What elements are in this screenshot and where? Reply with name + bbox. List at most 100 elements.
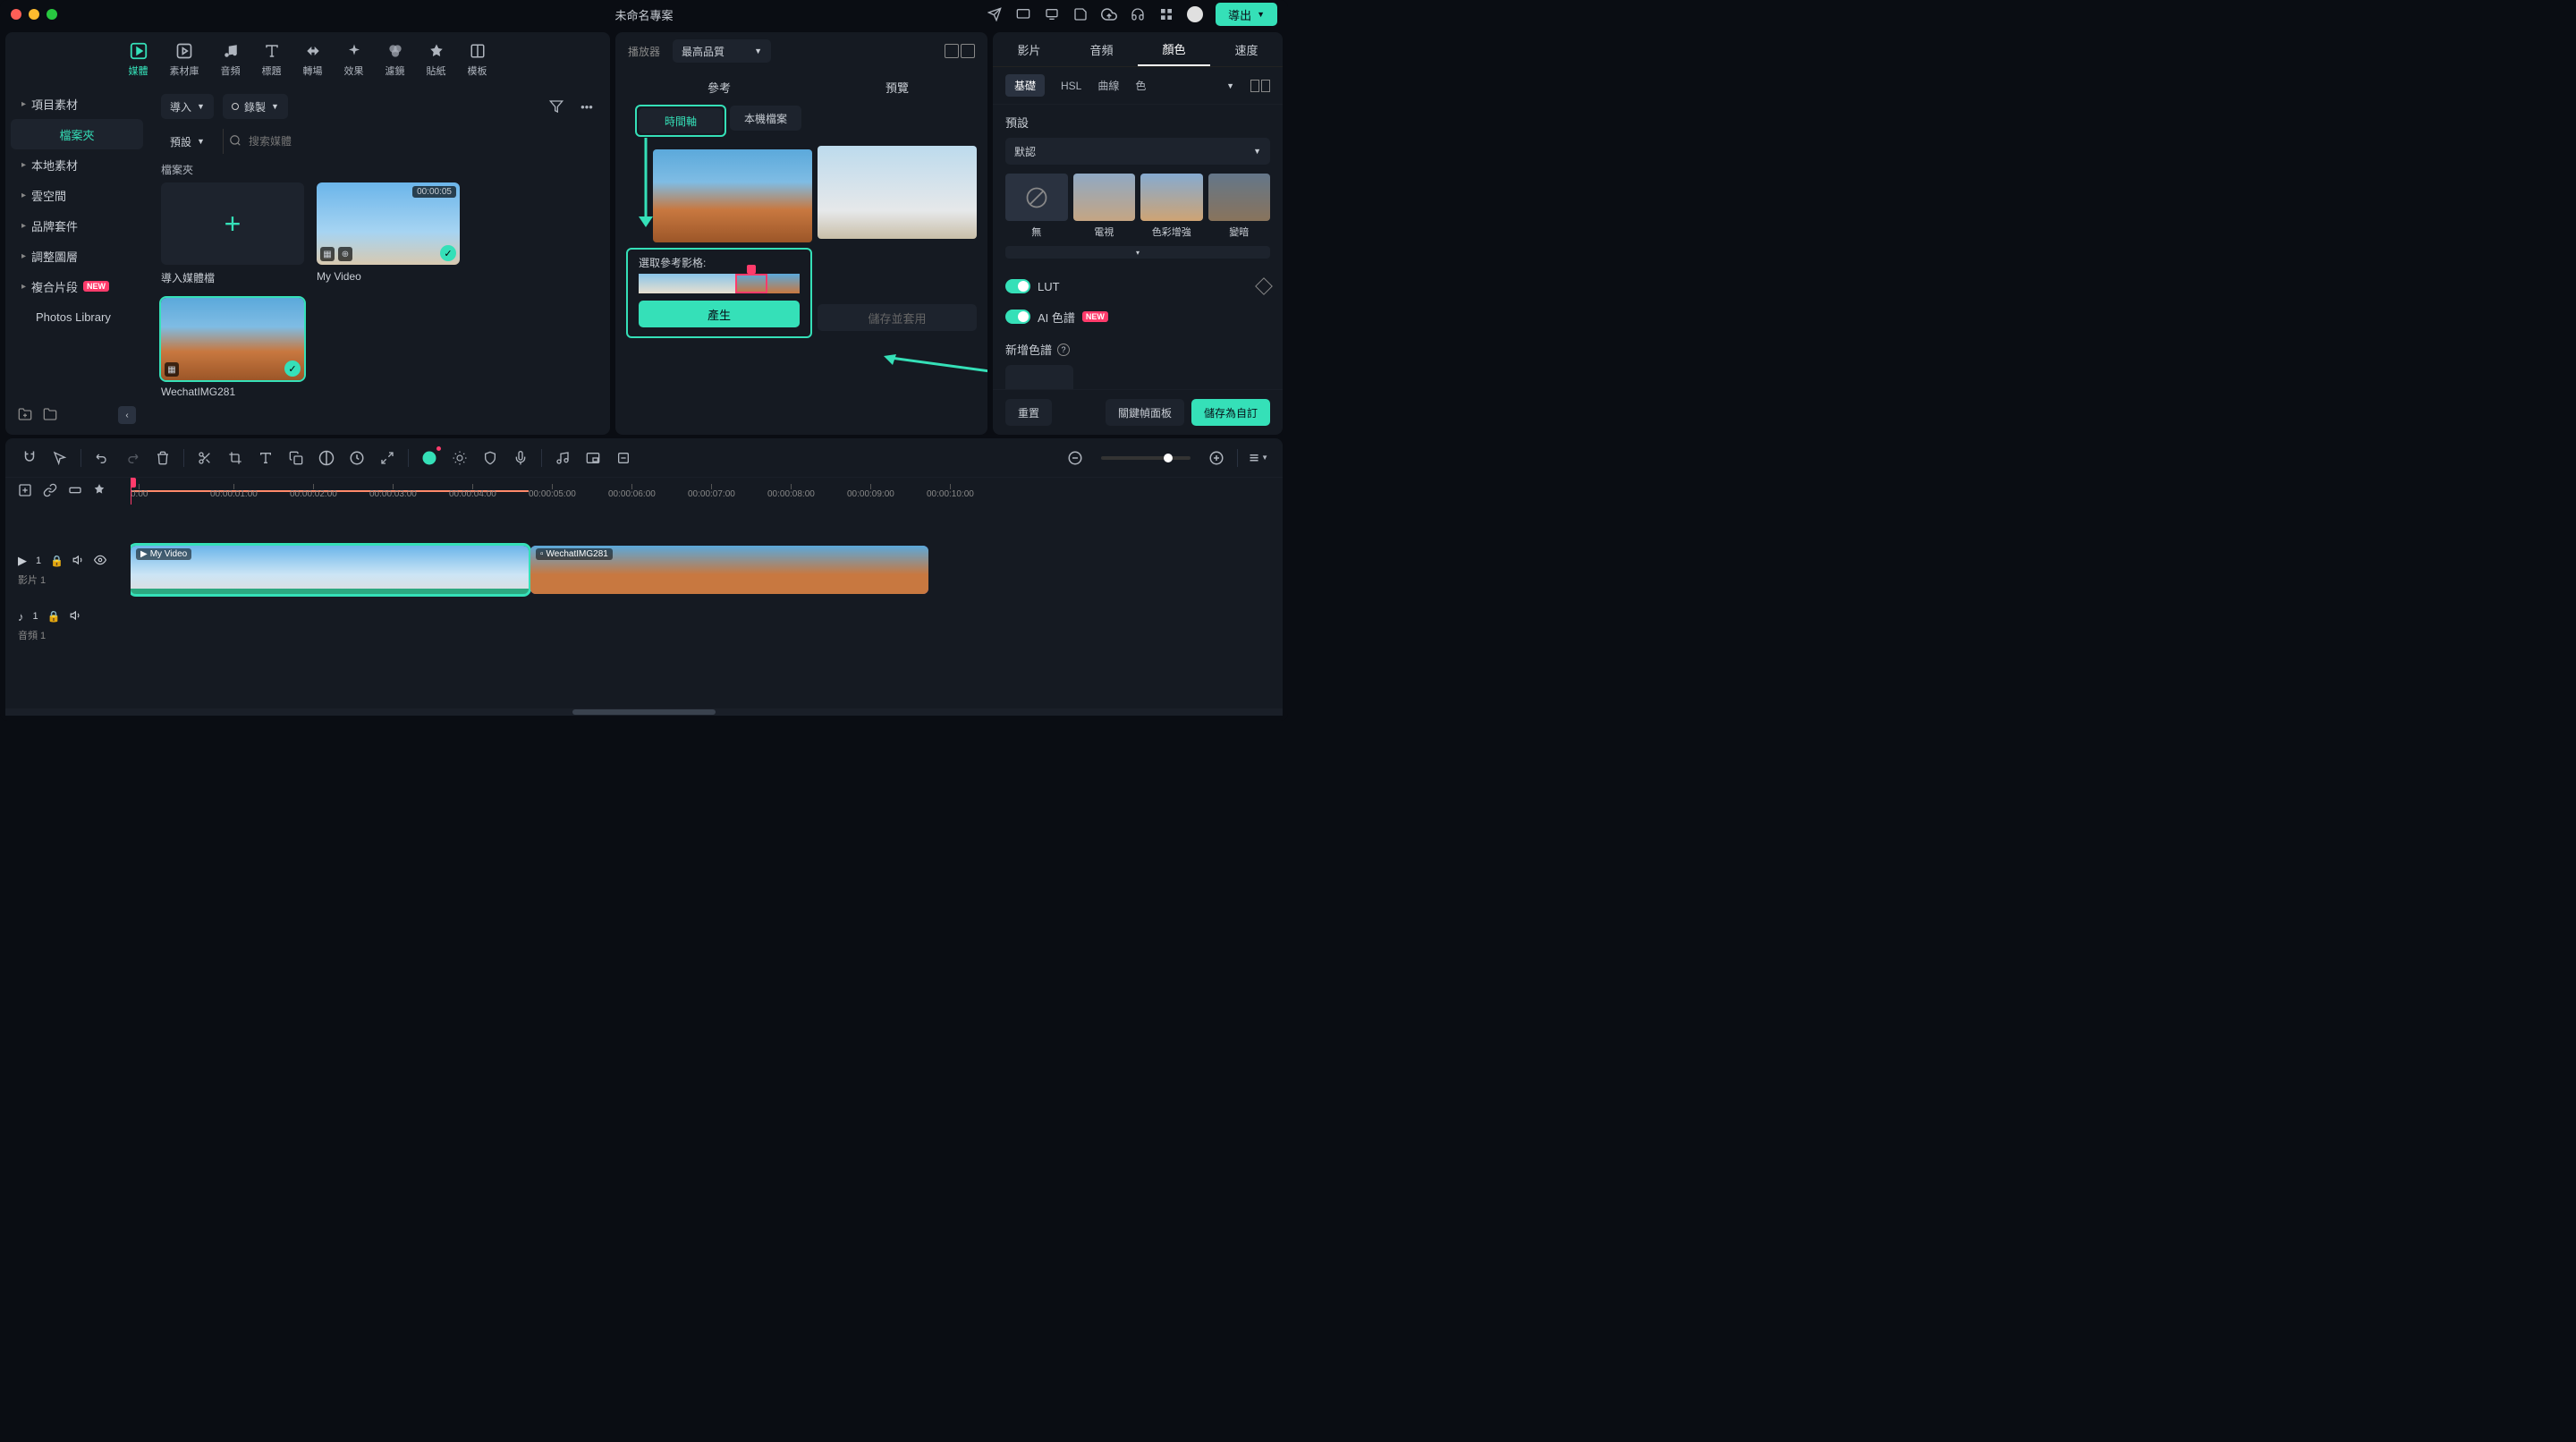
frame-strip[interactable] bbox=[630, 274, 809, 301]
timeline-scrollbar[interactable] bbox=[5, 708, 1283, 716]
tab-media[interactable]: 媒體 bbox=[129, 41, 148, 78]
search-input[interactable] bbox=[249, 135, 597, 148]
import-tile[interactable]: + bbox=[161, 182, 304, 265]
chevron-down-icon[interactable]: ▼ bbox=[1226, 81, 1234, 90]
save-custom-button[interactable]: 儲存為自訂 bbox=[1191, 399, 1270, 426]
pip-icon[interactable] bbox=[583, 448, 603, 468]
eye-icon[interactable] bbox=[94, 554, 106, 569]
sidebar-item-brand[interactable]: ▸品牌套件 bbox=[11, 210, 143, 241]
add-track-icon[interactable] bbox=[18, 483, 34, 499]
device-icon[interactable] bbox=[1015, 6, 1031, 22]
sidebar-item-local[interactable]: ▸本地素材 bbox=[11, 149, 143, 180]
volume-icon[interactable] bbox=[72, 554, 85, 569]
enhance-icon[interactable] bbox=[450, 448, 470, 468]
keyframe-icon[interactable] bbox=[1255, 278, 1273, 296]
zoom-slider[interactable] bbox=[1101, 456, 1191, 460]
fullscreen-button[interactable] bbox=[47, 9, 57, 20]
avatar[interactable] bbox=[1187, 6, 1203, 22]
close-button[interactable] bbox=[11, 9, 21, 20]
tab-titles[interactable]: 標題 bbox=[262, 41, 282, 78]
filter-icon[interactable] bbox=[546, 96, 567, 117]
marker-add-icon[interactable] bbox=[93, 483, 109, 499]
sub-tab-curves[interactable]: 曲線 bbox=[1097, 78, 1119, 93]
ref-tab-timeline[interactable]: 時間軸 bbox=[639, 108, 723, 133]
help-icon[interactable]: ? bbox=[1057, 344, 1070, 356]
tab-filters[interactable]: 濾鏡 bbox=[386, 41, 405, 78]
media-clip-wechat[interactable]: ▦ ✓ bbox=[161, 298, 304, 380]
prop-tab-speed[interactable]: 速度 bbox=[1210, 32, 1283, 66]
delete-icon[interactable] bbox=[153, 448, 173, 468]
preset-tv[interactable]: 電視 bbox=[1073, 174, 1136, 239]
view-toggle[interactable] bbox=[945, 44, 975, 58]
sub-tab-basic[interactable]: 基礎 bbox=[1005, 74, 1045, 97]
sidebar-item-compound[interactable]: ▸複合片段NEW bbox=[11, 271, 143, 301]
media-clip-myvideo[interactable]: 00:00:05 ▦⊕ ✓ bbox=[317, 182, 460, 265]
marker-icon[interactable] bbox=[614, 448, 633, 468]
save-apply-button[interactable]: 儲存並套用 bbox=[818, 304, 977, 331]
sidebar-item-adjust[interactable]: ▸調整圖層 bbox=[11, 241, 143, 271]
sidebar-collapse-button[interactable]: ‹ bbox=[118, 406, 136, 424]
sidebar-item-project[interactable]: ▸項目素材 bbox=[11, 89, 143, 119]
expand-icon[interactable] bbox=[377, 448, 397, 468]
track-head-video[interactable]: ▶1 🔒 影片 1 bbox=[18, 544, 131, 596]
tab-stickers[interactable]: 貼紙 bbox=[427, 41, 446, 78]
timeline-view-icon[interactable]: ▼ bbox=[1249, 448, 1268, 468]
tab-templates[interactable]: 模板 bbox=[468, 41, 487, 78]
clip-myvideo[interactable]: ▶My Video bbox=[131, 546, 529, 594]
cut-icon[interactable] bbox=[195, 448, 215, 468]
import-button[interactable]: 導入▼ bbox=[161, 94, 214, 119]
link-icon[interactable] bbox=[43, 483, 59, 499]
folder-icon[interactable] bbox=[43, 407, 59, 423]
shield-icon[interactable] bbox=[480, 448, 500, 468]
minimize-button[interactable] bbox=[29, 9, 39, 20]
group-icon[interactable] bbox=[68, 483, 84, 499]
tab-transitions[interactable]: 轉場 bbox=[303, 41, 323, 78]
preset-darken[interactable]: 變暗 bbox=[1208, 174, 1271, 239]
tab-library[interactable]: 素材庫 bbox=[170, 41, 199, 78]
ai-tool-icon[interactable] bbox=[419, 448, 439, 468]
text-tool-icon[interactable] bbox=[256, 448, 275, 468]
clip-wechat[interactable]: ▫WechatIMG281 bbox=[530, 546, 928, 594]
redo-icon[interactable] bbox=[123, 448, 142, 468]
record-button[interactable]: 錄製▼ bbox=[223, 94, 288, 119]
lock-icon[interactable]: 🔒 bbox=[47, 610, 61, 623]
add-lut-button[interactable]: + bbox=[1005, 365, 1073, 389]
save-icon[interactable] bbox=[1072, 6, 1089, 22]
cloud-icon[interactable] bbox=[1101, 6, 1117, 22]
prop-tab-video[interactable]: 影片 bbox=[993, 32, 1065, 66]
music-tool-icon[interactable] bbox=[553, 448, 572, 468]
sidebar-item-photos[interactable]: Photos Library bbox=[11, 301, 143, 332]
mic-icon[interactable] bbox=[511, 448, 530, 468]
new-folder-icon[interactable] bbox=[18, 407, 34, 423]
mask-icon[interactable] bbox=[317, 448, 336, 468]
apps-icon[interactable] bbox=[1158, 6, 1174, 22]
track-head-audio[interactable]: ♪1 🔒 音頻 1 bbox=[18, 599, 131, 651]
expand-presets[interactable]: ▾ bbox=[1005, 246, 1270, 259]
tab-effects[interactable]: 效果 bbox=[344, 41, 364, 78]
preset-dropdown[interactable]: 默認▼ bbox=[1005, 138, 1270, 165]
lock-icon[interactable]: 🔒 bbox=[50, 555, 64, 567]
sidebar-item-folder[interactable]: 檔案夾 bbox=[11, 119, 143, 149]
lut-toggle[interactable] bbox=[1005, 279, 1030, 293]
headphones-icon[interactable] bbox=[1130, 6, 1146, 22]
more-icon[interactable]: ••• bbox=[576, 96, 597, 117]
audio-track-row[interactable] bbox=[131, 598, 1283, 649]
quality-dropdown[interactable]: 最高品質▼ bbox=[673, 39, 771, 63]
ref-tab-local[interactable]: 本機檔案 bbox=[730, 106, 801, 131]
speed-icon[interactable] bbox=[347, 448, 367, 468]
tool-select[interactable] bbox=[50, 448, 70, 468]
keyframe-panel-button[interactable]: 關鍵幀面板 bbox=[1106, 399, 1184, 426]
ai-toggle[interactable] bbox=[1005, 310, 1030, 324]
tab-audio[interactable]: 音頻 bbox=[221, 41, 241, 78]
crop-icon[interactable] bbox=[225, 448, 245, 468]
undo-icon[interactable] bbox=[92, 448, 112, 468]
generate-button[interactable]: 產生 bbox=[639, 301, 800, 327]
zoom-in-icon[interactable] bbox=[1207, 448, 1226, 468]
reset-button[interactable]: 重置 bbox=[1005, 399, 1052, 426]
preset-enhance[interactable]: 色彩增強 bbox=[1140, 174, 1203, 239]
prop-tab-color[interactable]: 顏色 bbox=[1138, 32, 1210, 66]
export-button[interactable]: 導出▼ bbox=[1216, 3, 1277, 26]
send-icon[interactable] bbox=[987, 6, 1003, 22]
sidebar-item-cloud[interactable]: ▸雲空間 bbox=[11, 180, 143, 210]
timeline-ruler[interactable]: 0:00 00:00:01:00 00:00:02:00 00:00:03:00… bbox=[131, 478, 1283, 505]
